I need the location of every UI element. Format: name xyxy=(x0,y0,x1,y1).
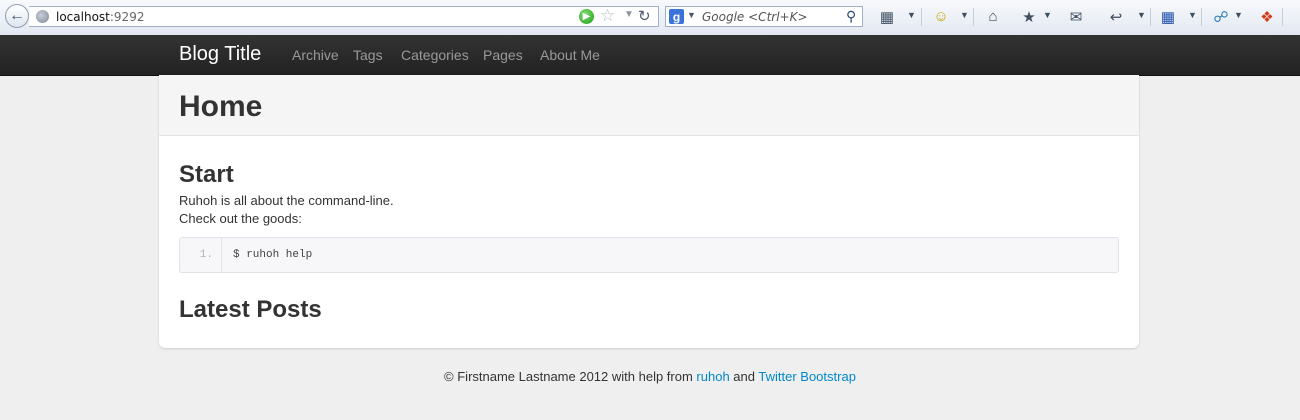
line-number: 1. xyxy=(199,249,213,261)
search-engine-dropdown-icon[interactable]: ▼ xyxy=(687,10,696,20)
nav-item-tags[interactable]: Tags xyxy=(353,47,383,63)
home-icon[interactable]: ⌂ xyxy=(983,7,1003,26)
code-line: $ ruhoh help xyxy=(233,249,313,261)
addon-icon[interactable]: ❖ xyxy=(1257,7,1277,26)
toolbar-separator xyxy=(1282,8,1283,26)
apps-dropdown-icon[interactable]: ▼ xyxy=(1188,10,1197,20)
footer-text: © Firstname Lastname 2012 with help from xyxy=(444,369,693,384)
screenshot-dropdown-icon[interactable]: ▼ xyxy=(907,10,916,20)
star-icon[interactable]: ☆ xyxy=(600,6,615,26)
screenshot-icon[interactable]: ▦ xyxy=(876,7,898,26)
reply-dropdown-icon[interactable]: ▼ xyxy=(1137,10,1146,20)
page-header: Home xyxy=(159,75,1139,136)
search-icon[interactable]: ⚲ xyxy=(846,8,856,25)
navbar: Blog Title Archive Tags Categories Pages… xyxy=(0,35,1300,76)
toolbar-separator xyxy=(1150,8,1151,26)
code-block: 1. $ ruhoh help xyxy=(179,237,1119,273)
content-panel: Home Start Ruhoh is all about the comman… xyxy=(159,75,1139,348)
globe-icon xyxy=(36,10,49,23)
ruhoh-link[interactable]: ruhoh xyxy=(696,369,729,384)
share-dropdown-icon[interactable]: ▼ xyxy=(1234,10,1243,20)
url-dropdown-icon[interactable]: ▼ xyxy=(624,9,634,20)
reload-icon[interactable]: ↻ xyxy=(638,7,651,25)
browser-toolbar: ← localhost:9292 ▶ ☆ ▼ ↻ g ▼ Google <Ctr… xyxy=(0,0,1300,36)
intro-line: Ruhoh is all about the command-line. xyxy=(179,193,394,208)
smiley-dropdown-icon[interactable]: ▼ xyxy=(960,10,969,20)
start-heading: Start xyxy=(179,161,234,188)
nav-item-categories[interactable]: Categories xyxy=(401,47,469,63)
share-icon[interactable]: ☍ xyxy=(1211,7,1231,26)
line-number-gutter: 1. xyxy=(180,238,222,272)
url-bar[interactable]: localhost:9292 ▶ ☆ ▼ ↻ xyxy=(29,6,659,27)
go-icon[interactable]: ▶ xyxy=(579,9,594,24)
toolbar-separator xyxy=(973,8,974,26)
bookmark-dropdown-icon[interactable]: ▼ xyxy=(1043,10,1052,20)
page-title: Home xyxy=(179,90,263,123)
url-text: localhost:9292 xyxy=(56,10,145,24)
mail-icon[interactable]: ✉ xyxy=(1066,7,1086,26)
footer-and: and xyxy=(733,369,755,384)
apps-icon[interactable]: ▦ xyxy=(1158,7,1178,26)
reply-icon[interactable]: ↩ xyxy=(1105,7,1127,26)
bookmark-icon[interactable]: ★ xyxy=(1019,7,1039,26)
nav-item-archive[interactable]: Archive xyxy=(292,47,339,63)
footer: © Firstname Lastname 2012 with help from… xyxy=(0,369,1300,384)
goods-line: Check out the goods: xyxy=(179,211,302,226)
latest-posts-heading: Latest Posts xyxy=(179,296,322,323)
google-icon[interactable]: g xyxy=(669,9,684,24)
nav-item-pages[interactable]: Pages xyxy=(483,47,523,63)
brand-link[interactable]: Blog Title xyxy=(179,43,261,66)
smiley-icon[interactable]: ☺ xyxy=(931,7,951,26)
search-bar[interactable]: g ▼ Google <Ctrl+K> ⚲ xyxy=(665,6,863,27)
toolbar-separator xyxy=(921,8,922,26)
nav-item-about-me[interactable]: About Me xyxy=(540,47,600,63)
twitter-bootstrap-link[interactable]: Twitter Bootstrap xyxy=(758,369,856,384)
toolbar-separator xyxy=(1201,8,1202,26)
back-arrow-icon[interactable]: ← xyxy=(5,4,29,28)
search-input[interactable]: Google <Ctrl+K> xyxy=(702,10,808,24)
